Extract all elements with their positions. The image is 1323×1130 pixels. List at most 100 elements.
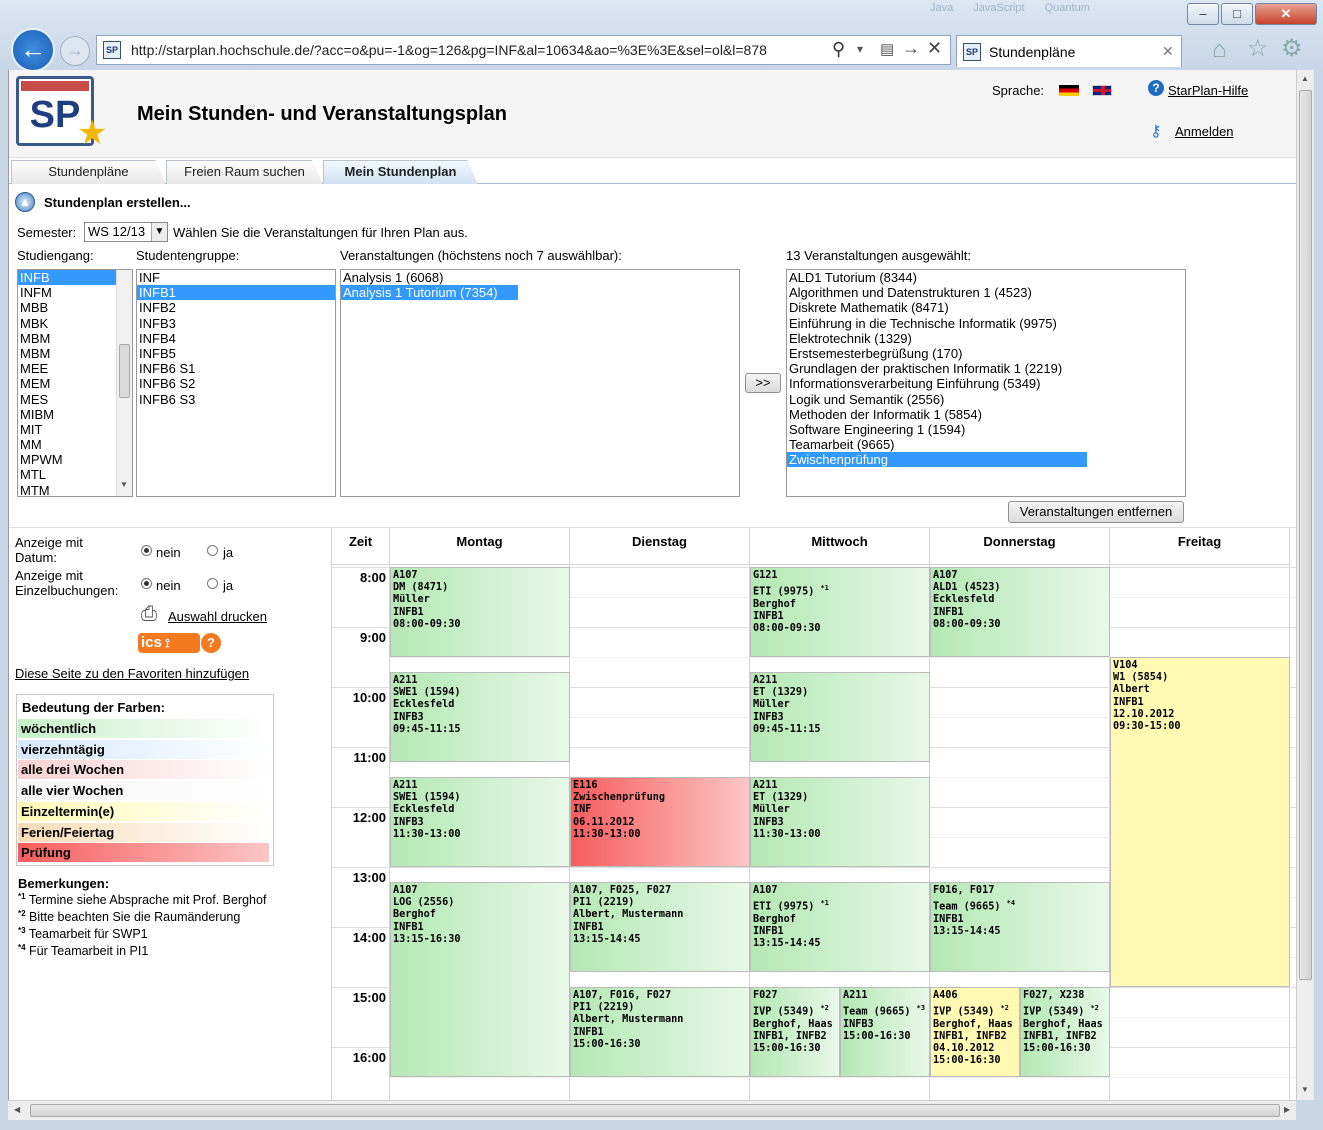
list-item[interactable]: INFM <box>18 285 132 300</box>
list-item[interactable]: Teamarbeit (9665) <box>787 437 1185 452</box>
back-button[interactable]: ← <box>11 28 55 72</box>
remove-button[interactable]: Veranstaltungen entfernen <box>1008 501 1184 523</box>
list-item[interactable]: Methoden der Informatik 1 (5854) <box>787 407 1185 422</box>
collapse-icon[interactable]: ▲ <box>15 192 35 212</box>
list-item[interactable]: Algorithmen und Datenstrukturen 1 (4523) <box>787 285 1185 300</box>
list-item[interactable]: MIBM <box>18 407 132 422</box>
print-link[interactable]: Auswahl drucken <box>168 609 267 624</box>
list-item[interactable]: INFB4 <box>137 331 335 346</box>
timetable-event[interactable]: A107 DM (8471) Müller INFB1 08:00-09:30 <box>390 567 570 657</box>
flag-uk-icon[interactable] <box>1092 85 1112 96</box>
list-item[interactable]: INFB1 <box>137 285 335 301</box>
list-item[interactable]: INFB6 S1 <box>137 361 335 376</box>
list-item[interactable]: ALD1 Tutorium (8344) <box>787 270 1185 285</box>
timetable-event[interactable]: A107 ALD1 (4523) Ecklesfeld INFB1 08:00-09:3… <box>930 567 1110 657</box>
list-item[interactable]: MBM <box>18 346 132 361</box>
list-item[interactable]: INFB3 <box>137 316 335 331</box>
home-icon[interactable]: ⌂ <box>1212 36 1227 64</box>
list-item[interactable]: MBK <box>18 316 132 331</box>
go-icon[interactable]: → <box>902 38 920 59</box>
maximize-button[interactable]: □ <box>1221 3 1253 25</box>
list-item[interactable]: Erstsemesterbegrüßung (170) <box>787 346 1185 361</box>
close-tab-icon[interactable]: ✕ <box>1162 43 1174 60</box>
ics-help-icon[interactable]: ? <box>201 633 221 653</box>
selected-list[interactable]: ALD1 Tutorium (8344) Algorithmen und Date… <box>786 269 1186 497</box>
datum-nein-radio[interactable] <box>141 545 152 556</box>
list-item[interactable]: INF <box>137 270 335 285</box>
list-item[interactable]: MPWM <box>18 452 132 467</box>
list-item[interactable]: INFB5 <box>137 346 335 361</box>
list-item[interactable]: Software Engineering 1 (1594) <box>787 422 1185 437</box>
timetable-event[interactable]: A107, F016, F027 PI1 (2219) Albert, Muster… <box>570 987 750 1077</box>
timetable-event[interactable]: A107 LOG (2556) Berghof INFB1 13:15-16:30 <box>390 882 570 1077</box>
flag-de-icon[interactable] <box>1059 85 1079 96</box>
timetable-event[interactable]: A211 ET (1329) Müller INFB3 09:45-11:15 <box>750 672 930 762</box>
ics-feed-button[interactable]: ics ⟟ <box>138 633 200 653</box>
chevron-down-icon[interactable]: ▾ <box>857 42 863 56</box>
horizontal-scrollbar[interactable]: ◀ ▶ <box>8 1100 1296 1120</box>
timetable-event[interactable]: E116 Zwischenprüfung INF 06.11.2012 11:30-13… <box>570 777 750 867</box>
list-item[interactable]: MIT <box>18 422 132 437</box>
settings-gear-icon[interactable]: ⚙ <box>1281 34 1303 63</box>
help-link[interactable]: StarPlan-Hilfe <box>1168 83 1248 98</box>
list-item[interactable]: MEM <box>18 376 132 391</box>
list-item[interactable]: INFB6 S3 <box>137 392 335 407</box>
favorites-star-icon[interactable]: ☆ <box>1247 34 1269 63</box>
list-item[interactable]: INFB <box>18 270 132 286</box>
favorites-link[interactable]: Diese Seite zu den Favoriten hinzufügen <box>15 666 249 681</box>
list-item[interactable]: MES <box>18 392 132 407</box>
list-item[interactable]: MBB <box>18 300 132 315</box>
list-item[interactable]: Grundlagen der praktischen Informatik 1 … <box>787 361 1185 376</box>
list-item[interactable]: INFB2 <box>137 300 335 315</box>
forward-button[interactable]: → <box>60 36 90 66</box>
list-item[interactable]: MEE <box>18 361 132 376</box>
timetable-event[interactable]: A211 ET (1329) Müller INFB3 11:30-13:00 <box>750 777 930 867</box>
list-item[interactable]: Einführung in die Technische Informatik … <box>787 316 1185 331</box>
minimize-button[interactable]: – <box>1187 3 1219 25</box>
list-item[interactable]: MTM <box>18 483 132 496</box>
tab-freien-raum[interactable]: Freien Raum suchen <box>166 160 323 184</box>
tab-stundenplaene[interactable]: Stundenpläne <box>11 160 166 184</box>
list-item[interactable]: MTL <box>18 467 132 482</box>
list-item[interactable]: Zwischenprüfung <box>787 452 1087 468</box>
timetable-event[interactable]: F027, X238 IVP (5349) *2 Berghof, Haas INFB… <box>1020 987 1110 1077</box>
address-bar[interactable]: SP http://starplan.hochschule.de/?acc=o&… <box>96 35 951 65</box>
timetable-event[interactable]: G121 ETI (9975) *1 Berghof INFB1 08:00-09:30 <box>750 567 930 657</box>
printer-icon[interactable]: ⎙ <box>141 603 157 626</box>
list-item[interactable]: Analysis 1 Tutorium (7354) <box>341 285 518 301</box>
timetable-event[interactable]: F016, F017 Team (9665) *4 INFB1 13:15-14:45 <box>930 882 1110 972</box>
datum-ja-radio[interactable] <box>207 545 218 556</box>
list-item[interactable]: Analysis 1 (6068) <box>341 270 739 285</box>
timetable-event[interactable]: A406 IVP (5349) *2 Berghof, Haas INFB1, INF… <box>930 987 1020 1077</box>
semester-select[interactable]: WS 12/13 ▼ <box>84 222 168 242</box>
login-link[interactable]: Anmelden <box>1175 124 1234 139</box>
close-window-button[interactable]: ✕ <box>1255 3 1317 25</box>
stop-icon[interactable]: ✕ <box>927 38 942 59</box>
list-item[interactable]: MBM <box>18 331 132 346</box>
help-icon[interactable]: ? <box>1148 80 1164 96</box>
timetable-event[interactable]: A211 SWE1 (1594) Ecklesfeld INFB3 11:30-13:0… <box>390 777 570 867</box>
timetable-event[interactable]: A211 Team (9665) *3 INFB3 15:00-16:30 <box>840 987 930 1077</box>
veranstaltungen-list[interactable]: Analysis 1 (6068) Analysis 1 Tutorium (73… <box>340 269 740 497</box>
timetable-event[interactable]: A211 SWE1 (1594) Ecklesfeld INFB3 09:45-11:1… <box>390 672 570 762</box>
list-item[interactable]: MM <box>18 437 132 452</box>
einzel-nein-radio[interactable] <box>141 578 152 589</box>
search-icon[interactable]: ⚲ <box>832 39 845 60</box>
timetable-event[interactable]: A107 ETI (9975) *1 Berghof INFB1 13:15-14:45 <box>750 882 930 972</box>
compat-view-icon[interactable]: ▤ <box>880 40 894 58</box>
einzel-ja-radio[interactable] <box>207 578 218 589</box>
browser-tab[interactable]: SP Stundenpläne ✕ <box>956 35 1182 67</box>
list-item[interactable]: Logik und Semantik (2556) <box>787 392 1185 407</box>
gruppe-list[interactable]: INF INFB1 INFB2 INFB3 INFB4 INFB5 INFB6 S1 INFB… <box>136 269 336 497</box>
list-item[interactable]: Informationsverarbeitung Einführung (534… <box>787 376 1185 391</box>
timetable-event[interactable]: A107, F025, F027 PI1 (2219) Albert, Muster… <box>570 882 750 972</box>
add-button[interactable]: >> <box>745 373 781 393</box>
list-item[interactable]: Elektrotechnik (1329) <box>787 331 1185 346</box>
timetable-event[interactable]: F027 IVP (5349) *2 Berghof, Haas INFB1, INF… <box>750 987 840 1077</box>
list-item[interactable]: Diskrete Mathematik (8471) <box>787 300 1185 315</box>
vertical-scrollbar[interactable]: ▲ ▼ <box>1296 70 1314 1100</box>
timetable-event[interactable]: V104 W1 (5854) Albert INFB1 12.10.2012 09:30-… <box>1110 657 1290 987</box>
list-item[interactable]: INFB6 S2 <box>137 376 335 391</box>
tab-mein-stundenplan[interactable]: Mein Stundenplan <box>323 160 478 184</box>
studiengang-scrollbar[interactable]: ▼ <box>116 270 132 496</box>
